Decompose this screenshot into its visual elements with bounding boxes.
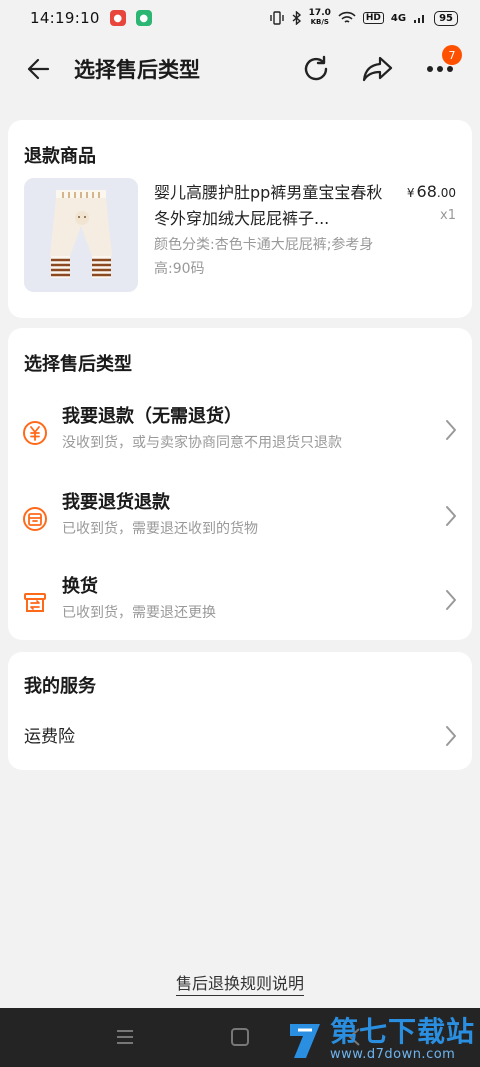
price-symbol: ¥ (406, 186, 415, 200)
service-label: 运费险 (24, 727, 75, 747)
watermark-name: 第七下载站 (330, 1015, 476, 1048)
my-services-title: 我的服务 (24, 676, 96, 697)
more-menu-button[interactable]: 7 (420, 45, 462, 89)
service-item-shipping-insurance[interactable]: 运费险 (8, 722, 472, 752)
notification-chat-icon: ● (135, 10, 152, 26)
header-actions: 7 (296, 45, 462, 89)
share-icon (362, 56, 393, 82)
wifi-icon (338, 11, 356, 23)
notification-badge: 7 (442, 45, 462, 65)
watermark-url: www.d7down.com (330, 1047, 456, 1062)
status-time: 14:19:10 (30, 9, 100, 27)
chevron-right-icon (446, 506, 456, 526)
option-title: 我要退货退款 (62, 492, 170, 513)
option-exchange[interactable]: 换货 已收到货，需要退还更换 (8, 568, 472, 648)
more-dots-icon (427, 66, 453, 72)
option-desc: 已收到货，需要退还收到的货物 (62, 521, 258, 537)
baby-pants-image (24, 178, 138, 292)
option-title: 我要退款（无需退货） (62, 406, 242, 427)
chevron-right-icon (446, 726, 456, 746)
signal-icon (414, 15, 425, 23)
refund-product-card: 退款商品 婴儿高腰护肚pp裤男童宝宝春秋冬外穿加绒大屁屁裤子... 颜色分类:杏… (8, 120, 472, 318)
price-integer: 68 (416, 182, 437, 201)
refund-product-title: 退款商品 (24, 146, 96, 167)
product-price: ¥68.00 (407, 182, 456, 201)
network-speed: 17.0 KB/S (309, 9, 331, 27)
aftersale-rules-link-row: 售后退换规则说明 (0, 970, 480, 996)
product-quantity: x1 (440, 208, 456, 223)
vibrate-icon (269, 11, 284, 25)
option-desc: 没收到货，或与卖家协商同意不用退货只退款 (62, 435, 342, 451)
refund-yen-icon (23, 421, 47, 445)
battery-indicator: 95 (434, 10, 458, 26)
back-button[interactable] (18, 49, 58, 89)
page-title: 选择售后类型 (74, 58, 200, 82)
option-title: 换货 (62, 576, 98, 597)
my-services-card: 我的服务 运费险 (8, 652, 472, 770)
chevron-right-icon (446, 420, 456, 440)
refresh-button[interactable] (296, 49, 336, 89)
back-arrow-icon (27, 58, 50, 80)
product-image[interactable] (24, 178, 138, 292)
share-button[interactable] (358, 49, 398, 89)
status-indicators: 17.0 KB/S HD 4G 95 (269, 9, 458, 27)
site-watermark: 第七下载站 www.d7down.com (286, 1018, 475, 1061)
network-type: 4G (390, 12, 407, 24)
aftersale-type-title: 选择售后类型 (24, 354, 132, 375)
hd-badge: HD (362, 12, 384, 24)
option-desc: 已收到货，需要退还更换 (62, 605, 216, 621)
header-nav: 选择售后类型 7 (0, 36, 480, 102)
exchange-box-icon (24, 593, 46, 612)
chevron-right-icon (446, 590, 456, 610)
aftersale-rules-link[interactable]: 售后退换规则说明 (175, 974, 304, 996)
refresh-icon (304, 55, 328, 81)
home-icon[interactable] (229, 1026, 251, 1048)
watermark-logo-icon (290, 1023, 320, 1058)
speed-unit: KB/S (310, 18, 329, 26)
watermark-text: 第七下载站 www.d7down.com (330, 1015, 476, 1062)
return-box-icon (23, 507, 47, 531)
speed-value: 17.0 (308, 8, 331, 18)
product-spec: 颜色分类:杏色卡通大屁屁裤;参考身高:90码 (154, 237, 374, 277)
status-bar: 14:19:10 ● ● 17.0 KB/S HD 4G 95 (0, 0, 480, 36)
option-refund-only[interactable]: 我要退款（无需退货） 没收到货，或与卖家协商同意不用退货只退款 (8, 398, 472, 478)
product-name[interactable]: 婴儿高腰护肚pp裤男童宝宝春秋冬外穿加绒大屁屁裤子... (154, 180, 390, 232)
option-return-refund[interactable]: 我要退货退款 已收到货，需要退还收到的货物 (8, 484, 472, 564)
aftersale-type-card: 选择售后类型 我要退款（无需退货） 没收到货，或与卖家协商同意不用退货只退款 我… (8, 328, 472, 640)
recent-apps-icon[interactable] (114, 1026, 136, 1048)
notification-app-icon: ● (109, 10, 126, 26)
bluetooth-icon (292, 11, 301, 25)
price-decimal: .00 (436, 186, 456, 200)
